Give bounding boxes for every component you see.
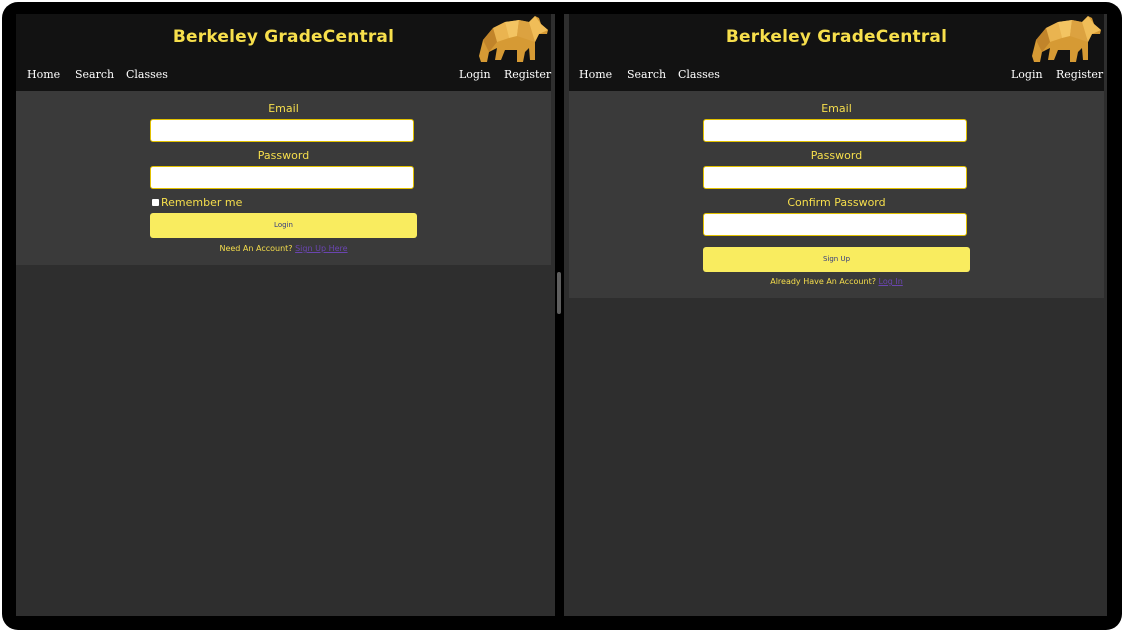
password-label: Password [810,149,863,162]
nav-home-link[interactable]: Home [27,68,60,81]
remember-me[interactable]: Remember me [152,196,242,209]
site-title: Berkeley GradeCentral [172,27,395,47]
nav-classes-link[interactable]: Classes [126,68,168,81]
split-view-handle[interactable] [557,272,561,314]
signup-button[interactable]: Sign Up [703,247,970,272]
signup-prompt: Need An Account? Sign Up Here [16,244,551,253]
login-prompt-text: Already Have An Account? [770,277,876,286]
password-field[interactable] [150,166,414,189]
bear-icon [1032,16,1101,62]
login-prompt: Already Have An Account? Log In [569,277,1104,286]
signup-link[interactable]: Sign Up Here [295,244,347,253]
signup-pane: Berkeley GradeCentral Home Search Classe… [564,14,1107,616]
signup-prompt-text: Need An Account? [219,244,293,253]
signup-form: Email Password Confirm Password Sign Up … [569,91,1104,298]
password-label: Password [257,149,310,162]
nav-classes-link[interactable]: Classes [678,68,720,81]
confirm-password-field[interactable] [703,213,967,236]
email-field[interactable] [703,119,967,142]
login-form: Email Password Remember me Login Need An… [16,91,551,265]
site-title: Berkeley GradeCentral [725,27,948,47]
password-field[interactable] [703,166,967,189]
site-header: Berkeley GradeCentral Home Search Classe… [16,14,551,91]
email-field[interactable] [150,119,414,142]
nav-search-link[interactable]: Search [627,68,666,81]
nav-home-link[interactable]: Home [579,68,612,81]
remember-label: Remember me [161,196,243,209]
confirm-password-label: Confirm Password [787,196,886,209]
nav-bar: Home Search Classes Login Register [569,68,1104,86]
bear-icon [479,16,548,62]
nav-register-link[interactable]: Register [1056,68,1103,81]
nav-bar: Home Search Classes Login Register [16,68,551,86]
login-button[interactable]: Login [150,213,417,238]
email-label: Email [268,102,299,115]
nav-login-link[interactable]: Login [1011,68,1043,81]
nav-register-link[interactable]: Register [504,68,551,81]
nav-login-link[interactable]: Login [459,68,491,81]
login-pane: Berkeley GradeCentral Home Search Classe… [16,14,555,616]
nav-search-link[interactable]: Search [75,68,114,81]
remember-checkbox[interactable] [152,198,159,206]
login-link[interactable]: Log In [879,277,903,286]
site-header: Berkeley GradeCentral Home Search Classe… [569,14,1104,91]
email-label: Email [821,102,852,115]
